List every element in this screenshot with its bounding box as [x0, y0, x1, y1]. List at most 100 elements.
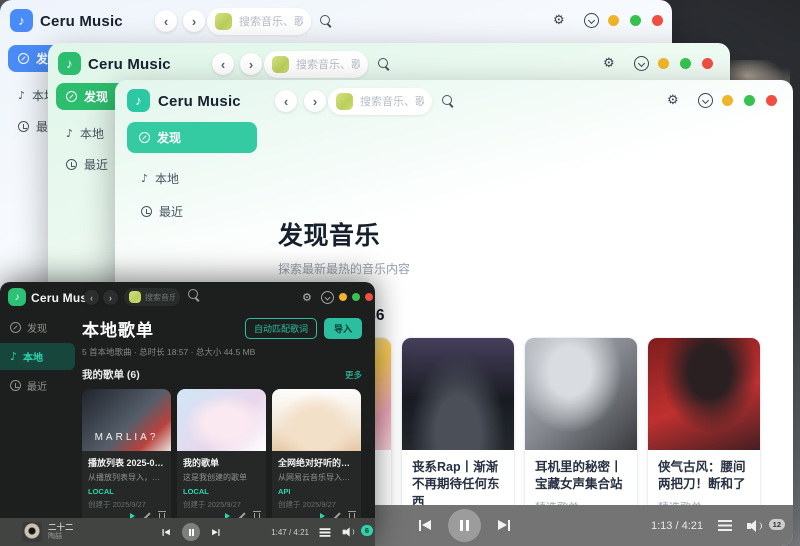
chevron-down-icon[interactable] [634, 56, 649, 71]
pause-button[interactable] [448, 509, 481, 542]
search-input[interactable] [145, 293, 175, 302]
now-playing-thumb [272, 56, 289, 73]
minimize-dot[interactable] [339, 293, 347, 301]
pause-button[interactable] [182, 523, 200, 541]
sidebar-label: 发现 [157, 129, 181, 146]
sidebar-item-recent[interactable]: 最近 [0, 374, 75, 397]
auto-match-lyrics-button[interactable]: 自动匹配歌词 [245, 318, 317, 339]
sidebar: 发现 ♪ 本地 最近 [0, 316, 75, 401]
close-dot[interactable] [365, 293, 373, 301]
sidebar-item-recent[interactable]: 最近 [127, 198, 257, 225]
close-dot[interactable] [652, 15, 663, 26]
search-box[interactable] [207, 8, 311, 35]
sidebar-item-discover[interactable]: 发现 [127, 122, 257, 153]
app-title: Ceru Music [88, 56, 171, 73]
search-input[interactable] [360, 96, 424, 108]
sidebar-item-local[interactable]: ♪ 本地 [0, 343, 75, 370]
volume-icon[interactable] [747, 520, 762, 532]
playlist-title: 播放列表 2025-09-27 07:23 [88, 456, 165, 469]
search-box[interactable] [124, 288, 180, 306]
next-button[interactable] [497, 520, 510, 531]
chevron-down-icon[interactable] [321, 291, 334, 304]
gear-icon[interactable]: ⚙ [553, 13, 565, 28]
local-playlist-card[interactable]: 我的歌单 这是我创建的歌单 LOCAL 创建于 2025/9/27 [177, 389, 266, 525]
forward-icon: › [109, 293, 112, 303]
maximize-dot[interactable] [630, 15, 641, 26]
queue-icon[interactable] [320, 528, 331, 537]
library-stats: 5 首本地歌曲 · 总时长 18:57 · 总大小 44.5 MB [82, 346, 362, 358]
back-button[interactable]: ‹ [212, 53, 234, 75]
gear-icon[interactable]: ⚙ [603, 56, 615, 71]
app-title: Ceru Music [40, 13, 123, 30]
window-local-dark: ♪ Ceru Music ‹ › ⚙ 发现 ♪ 本地 最近 本地歌单 [0, 282, 375, 546]
local-playlist-card[interactable]: 全网绝对好听的歌曲100首 (... 从网易云音乐导入，共 100 首歌曲 AP… [272, 389, 361, 525]
forward-button[interactable]: › [183, 10, 205, 32]
compass-icon [139, 132, 150, 143]
queue-icon[interactable] [718, 520, 732, 531]
gear-icon[interactable]: ⚙ [302, 291, 312, 304]
close-dot[interactable] [702, 58, 713, 69]
forward-button[interactable]: › [304, 90, 326, 112]
chevron-down-icon[interactable] [698, 93, 713, 108]
minimize-dot[interactable] [608, 15, 619, 26]
minimize-dot[interactable] [722, 95, 733, 106]
sidebar-item-discover[interactable]: 发现 [0, 316, 75, 339]
note-icon: ♪ [15, 292, 20, 303]
local-playlist-card[interactable]: MARLIA? 播放列表 2025-09-27 07:23 从播放列表导入，共 … [82, 389, 171, 525]
playlist-title: 耳机里的秘密丨宝藏女声集合站 [535, 459, 627, 494]
titlebar: ♪ Ceru Music ‹ › ⚙ [0, 0, 672, 42]
search-box[interactable] [264, 51, 368, 78]
back-button[interactable]: ‹ [275, 90, 297, 112]
forward-button[interactable]: › [103, 290, 118, 305]
now-playing-thumb [336, 93, 353, 110]
close-dot[interactable] [766, 95, 777, 106]
forward-icon: › [249, 57, 253, 72]
app-logo: ♪ [8, 288, 26, 306]
time-display: 1:47 / 4:21 [271, 528, 309, 537]
clock-icon [66, 159, 77, 170]
compass-icon [66, 91, 77, 102]
search-box[interactable] [328, 88, 432, 115]
playlist-desc: 从播放列表导入，共 49 首歌曲 [88, 472, 165, 483]
source-tag: LOCAL [183, 487, 260, 496]
maximize-dot[interactable] [744, 95, 755, 106]
minimize-dot[interactable] [658, 58, 669, 69]
next-button[interactable] [211, 529, 219, 536]
chevron-down-icon[interactable] [584, 13, 599, 28]
local-playlist-row: MARLIA? 播放列表 2025-09-27 07:23 从播放列表导入，共 … [82, 389, 362, 525]
sidebar-label: 发现 [27, 320, 47, 335]
sidebar-item-local[interactable]: ♪ 本地 [127, 165, 257, 192]
clock-icon [18, 121, 29, 132]
search-input[interactable] [296, 59, 360, 71]
back-button[interactable]: ‹ [155, 10, 177, 32]
back-button[interactable]: ‹ [84, 290, 99, 305]
maximize-dot[interactable] [680, 58, 691, 69]
import-button[interactable]: 导入 [324, 318, 362, 339]
clock-icon [10, 380, 21, 391]
volume-icon[interactable] [343, 527, 355, 536]
playlist-cover [402, 338, 514, 450]
time-display: 1:13 / 4:21 [651, 520, 703, 532]
forward-icon: › [313, 94, 317, 109]
sidebar-label: 最近 [159, 203, 183, 220]
now-playing-thumb [215, 13, 232, 30]
note-icon: ♪ [18, 89, 25, 102]
gear-icon[interactable]: ⚙ [667, 93, 679, 108]
forward-button[interactable]: › [240, 53, 262, 75]
titlebar: ♪ Ceru Music ‹ › ⚙ [0, 282, 375, 312]
pause-icon [460, 520, 469, 531]
playlist-cover [648, 338, 760, 450]
maximize-dot[interactable] [352, 293, 360, 301]
album-art[interactable] [22, 522, 42, 542]
more-link[interactable]: 更多 [345, 369, 362, 381]
cover-text: MARLIA? [82, 432, 171, 443]
back-icon: ‹ [284, 94, 288, 109]
search-input[interactable] [239, 16, 303, 28]
created-date: 创建于 2025/9/27 [278, 499, 355, 510]
titlebar: ♪ Ceru Music ‹ › ⚙ [115, 80, 793, 122]
note-icon: ♪ [66, 127, 73, 140]
previous-button[interactable] [419, 520, 432, 531]
song-title: 二十二 [48, 522, 74, 533]
previous-button[interactable] [162, 529, 170, 536]
queue-count-badge: 6 [361, 525, 373, 536]
